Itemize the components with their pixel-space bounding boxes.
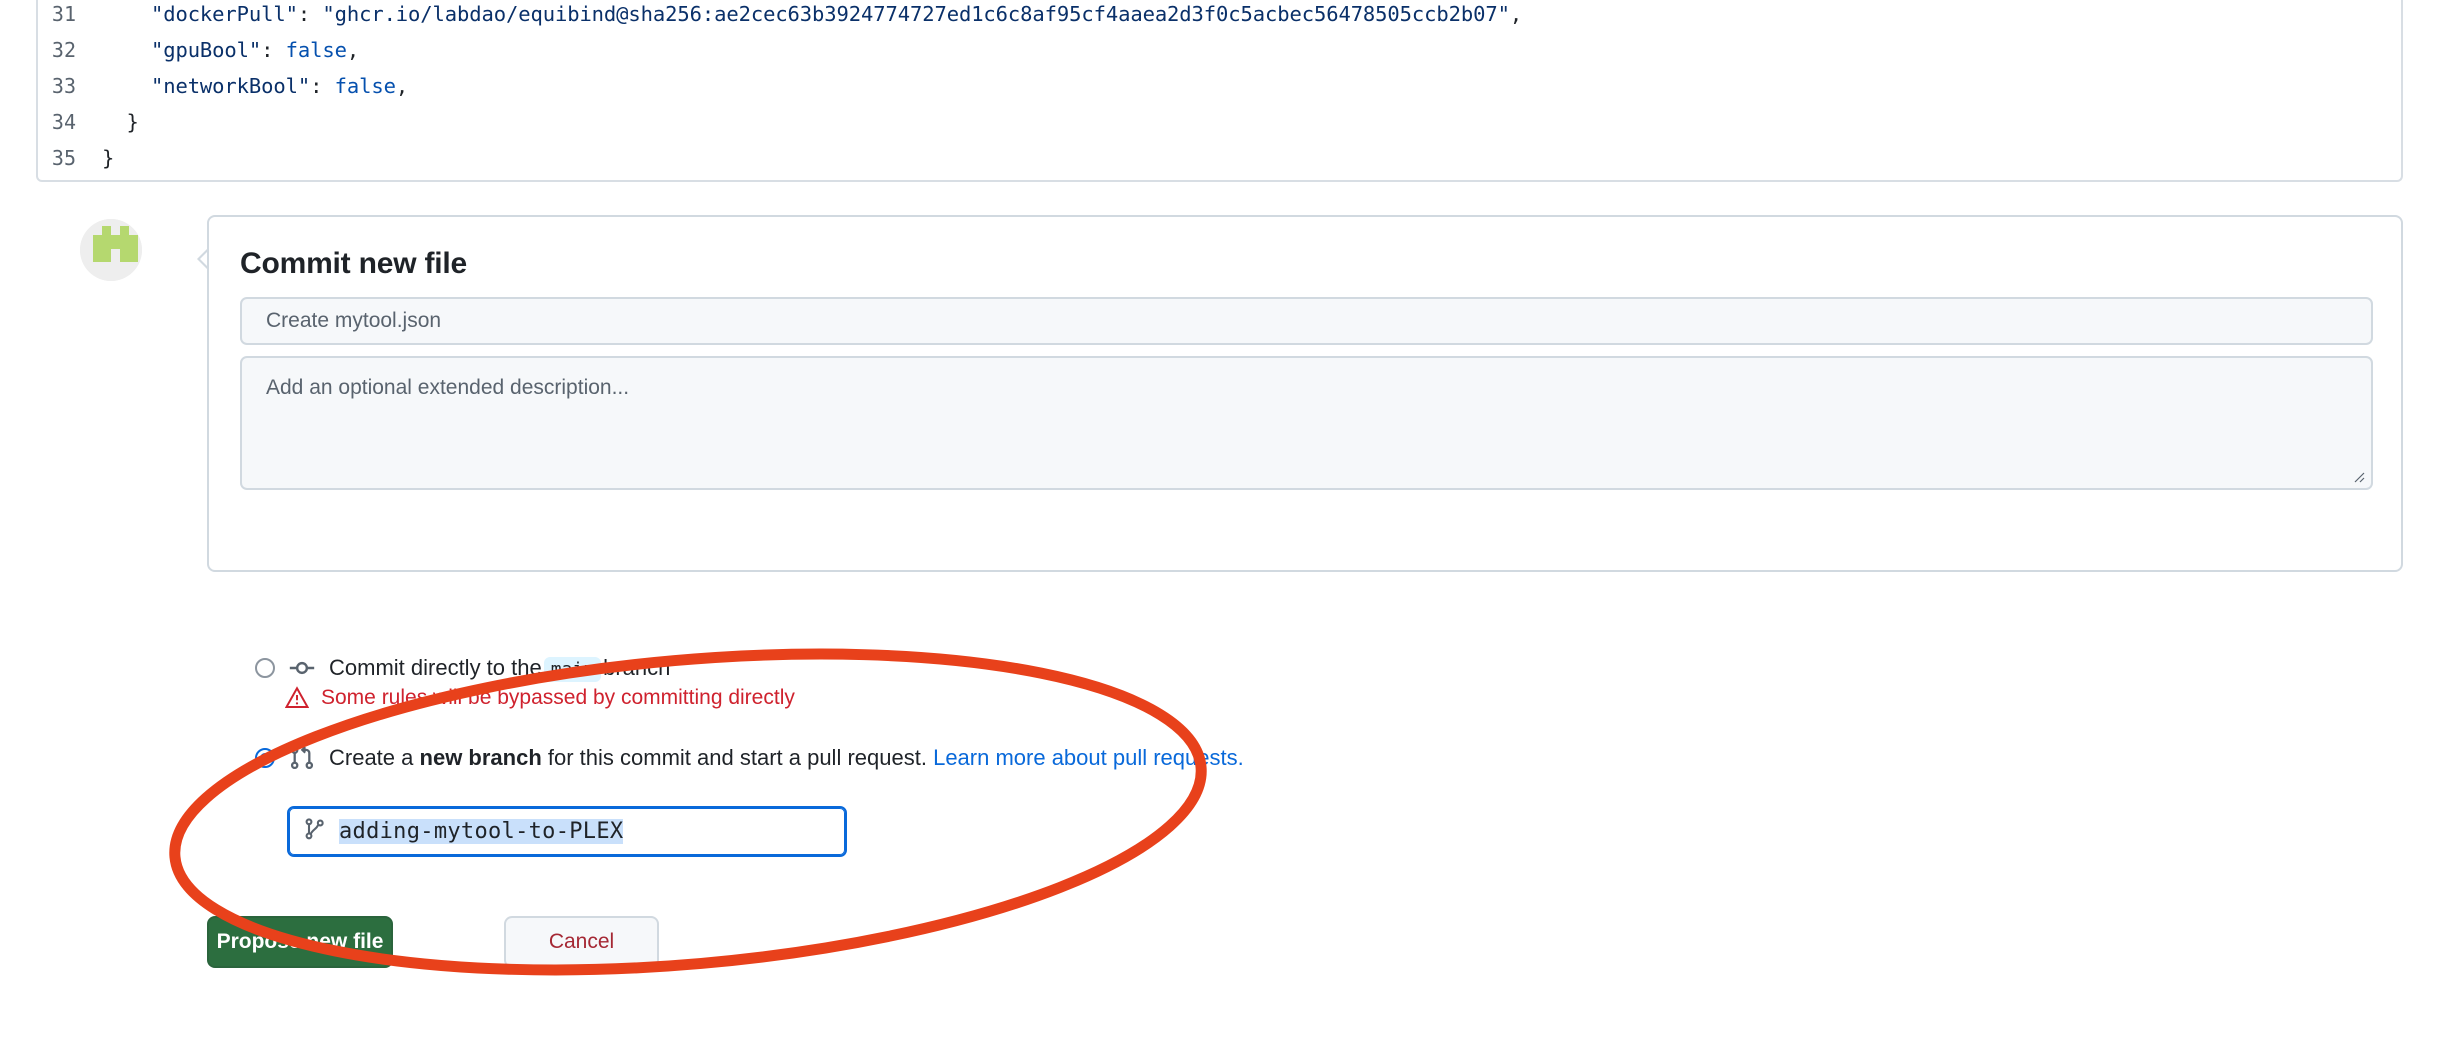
avatar	[80, 219, 142, 281]
page-title: Commit new file	[240, 247, 468, 280]
label-text-before: Commit directly to the	[329, 655, 542, 680]
line-content: }	[102, 146, 115, 170]
option-commit-directly[interactable]: Commit directly to the main branch	[255, 655, 671, 682]
code-line: 32 "gpuBool": false,	[38, 32, 2401, 68]
git-branch-icon	[303, 817, 327, 846]
identicon-icon	[80, 219, 142, 281]
line-content: "networkBool": false,	[150, 74, 409, 98]
line-number: 34	[51, 110, 76, 134]
new-branch-label-1: Create a	[329, 745, 414, 770]
commit-message-placeholder: Create mytool.json	[266, 309, 442, 332]
code-line: 33 "networkBool": false,	[38, 68, 2401, 104]
bypass-rules-warning: Some rules will be bypassed by committin…	[285, 686, 795, 710]
radio-create-new-branch[interactable]	[255, 748, 275, 768]
line-number: 33	[51, 74, 76, 98]
line-content: "dockerPull": "ghcr.io/labdao/equibind@s…	[150, 2, 1523, 26]
code-line: 35}	[38, 140, 2401, 176]
learn-more-pull-requests-link[interactable]: Learn more about pull requests.	[933, 745, 1244, 770]
option-create-new-branch[interactable]: Create a new branch for this commit and …	[255, 745, 1244, 771]
commit-new-file-card: Commit new file Create mytool.json Add a…	[207, 215, 2403, 572]
code-line: 31 "dockerPull": "ghcr.io/labdao/equibin…	[38, 0, 2401, 32]
alert-triangle-icon	[285, 686, 309, 708]
bypass-rules-warning-text: Some rules will be bypassed by committin…	[321, 686, 795, 709]
extended-description-placeholder: Add an optional extended description...	[266, 376, 630, 399]
option-commit-directly-label: Commit directly to the main branch	[329, 655, 671, 682]
line-number: 35	[51, 146, 76, 170]
label-text-after: branch	[603, 655, 671, 680]
commit-message-input[interactable]: Create mytool.json	[240, 297, 2373, 345]
branch-name-input[interactable]: adding-mytool-to-PLEX	[287, 806, 847, 857]
code-line: 34 }	[38, 104, 2401, 140]
branch-name-value: adding-mytool-to-PLEX	[339, 819, 624, 844]
resize-handle-icon[interactable]	[2351, 469, 2365, 483]
code-editor-panel[interactable]: 31 "dockerPull": "ghcr.io/labdao/equibin…	[36, 0, 2403, 182]
radio-commit-directly[interactable]	[255, 658, 275, 678]
branch-badge: main	[543, 657, 602, 682]
git-pull-request-icon	[289, 745, 315, 771]
git-commit-icon	[289, 655, 315, 681]
line-number: 31	[51, 2, 76, 26]
code-lines: 31 "dockerPull": "ghcr.io/labdao/equibin…	[38, 0, 2401, 176]
line-content: }	[126, 110, 139, 134]
line-number: 32	[51, 38, 76, 62]
screenshot-root: 31 "dockerPull": "ghcr.io/labdao/equibin…	[0, 0, 2450, 1040]
option-create-new-branch-label: Create a new branch for this commit and …	[329, 745, 1244, 771]
new-branch-label-2: for this commit and start a pull request…	[547, 745, 927, 770]
line-content: "gpuBool": false,	[150, 38, 360, 62]
propose-new-file-button[interactable]: Propose new file	[207, 916, 393, 968]
extended-description-textarea[interactable]: Add an optional extended description...	[240, 356, 2373, 490]
new-branch-label-bold: new branch	[419, 745, 542, 770]
cancel-button[interactable]: Cancel	[504, 916, 659, 968]
